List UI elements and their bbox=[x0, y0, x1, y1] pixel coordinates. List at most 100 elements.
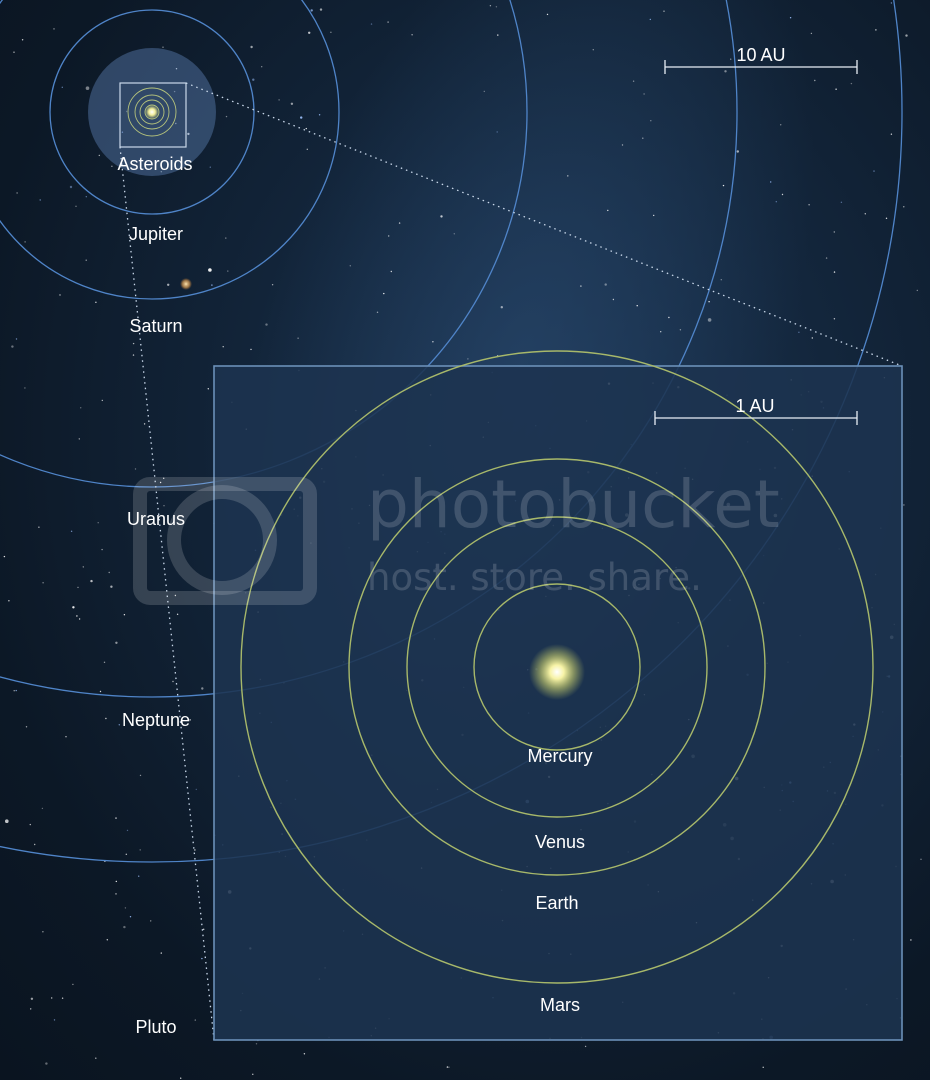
star bbox=[736, 150, 739, 153]
star bbox=[61, 86, 63, 89]
star bbox=[101, 548, 103, 551]
star bbox=[34, 843, 36, 846]
star bbox=[97, 522, 99, 524]
star bbox=[789, 17, 792, 19]
star bbox=[85, 259, 87, 261]
label-jupiter: Jupiter bbox=[129, 224, 183, 244]
star bbox=[163, 505, 165, 507]
star bbox=[621, 144, 624, 146]
star bbox=[194, 849, 196, 851]
star bbox=[150, 920, 152, 922]
star bbox=[29, 823, 31, 826]
star bbox=[612, 298, 615, 301]
star bbox=[650, 120, 652, 122]
star bbox=[76, 615, 78, 617]
star bbox=[30, 997, 34, 1000]
star bbox=[41, 807, 44, 810]
star bbox=[810, 32, 813, 35]
star bbox=[39, 199, 41, 201]
star bbox=[90, 579, 93, 583]
star bbox=[108, 571, 110, 574]
star bbox=[162, 46, 164, 48]
star bbox=[440, 215, 443, 218]
star bbox=[722, 184, 725, 187]
star bbox=[642, 137, 644, 139]
star bbox=[584, 1045, 587, 1048]
star bbox=[72, 983, 74, 986]
star bbox=[398, 222, 401, 224]
star bbox=[77, 586, 79, 589]
star bbox=[762, 1066, 764, 1069]
star bbox=[65, 736, 67, 738]
star bbox=[500, 306, 503, 309]
star bbox=[840, 201, 843, 203]
star bbox=[390, 270, 392, 273]
star bbox=[95, 301, 97, 303]
star bbox=[308, 31, 311, 34]
star bbox=[663, 10, 665, 12]
star bbox=[290, 102, 294, 106]
star bbox=[453, 233, 455, 235]
scale-label-1au: 1 AU bbox=[735, 396, 774, 416]
star bbox=[225, 115, 228, 118]
star bbox=[483, 90, 485, 93]
star bbox=[303, 1053, 306, 1055]
star bbox=[489, 5, 492, 7]
star bbox=[873, 170, 875, 172]
star bbox=[255, 1043, 258, 1045]
star bbox=[132, 354, 135, 356]
star bbox=[123, 614, 126, 616]
star bbox=[105, 717, 107, 720]
star bbox=[780, 124, 782, 126]
star bbox=[376, 311, 379, 313]
star bbox=[227, 270, 229, 272]
star bbox=[271, 284, 274, 286]
saturn-dot bbox=[180, 278, 192, 290]
star bbox=[8, 600, 10, 602]
star bbox=[176, 613, 179, 615]
star bbox=[15, 689, 17, 692]
label-venus: Venus bbox=[535, 832, 585, 852]
star bbox=[825, 257, 828, 259]
star bbox=[78, 438, 81, 440]
star bbox=[432, 341, 434, 343]
star bbox=[833, 318, 836, 320]
star bbox=[890, 133, 893, 135]
star bbox=[118, 724, 121, 726]
star bbox=[59, 294, 61, 296]
star bbox=[3, 555, 6, 558]
star bbox=[910, 939, 912, 941]
star bbox=[300, 116, 303, 119]
star bbox=[660, 331, 662, 333]
star bbox=[82, 566, 85, 568]
label-saturn: Saturn bbox=[129, 316, 182, 336]
star bbox=[580, 285, 582, 287]
star bbox=[25, 726, 28, 728]
star bbox=[203, 928, 205, 930]
star bbox=[124, 907, 127, 909]
star bbox=[115, 817, 117, 819]
star bbox=[643, 93, 645, 95]
star bbox=[916, 289, 918, 292]
star bbox=[607, 209, 609, 212]
star bbox=[310, 9, 313, 12]
star bbox=[905, 34, 908, 37]
star bbox=[98, 154, 101, 157]
star bbox=[85, 86, 90, 90]
star bbox=[497, 34, 499, 36]
star bbox=[649, 18, 651, 21]
star bbox=[30, 1008, 32, 1010]
star bbox=[160, 952, 162, 954]
star bbox=[875, 29, 877, 31]
star bbox=[730, 58, 732, 60]
star bbox=[99, 690, 102, 693]
star bbox=[172, 680, 174, 683]
star bbox=[225, 237, 227, 239]
star bbox=[115, 880, 118, 883]
star bbox=[811, 337, 813, 339]
star bbox=[636, 305, 638, 307]
star bbox=[134, 468, 137, 470]
inner-system-inset: Mercury Venus Earth Mars 1 AU bbox=[213, 350, 903, 1041]
label-mars: Mars bbox=[540, 995, 580, 1015]
star bbox=[770, 181, 772, 183]
